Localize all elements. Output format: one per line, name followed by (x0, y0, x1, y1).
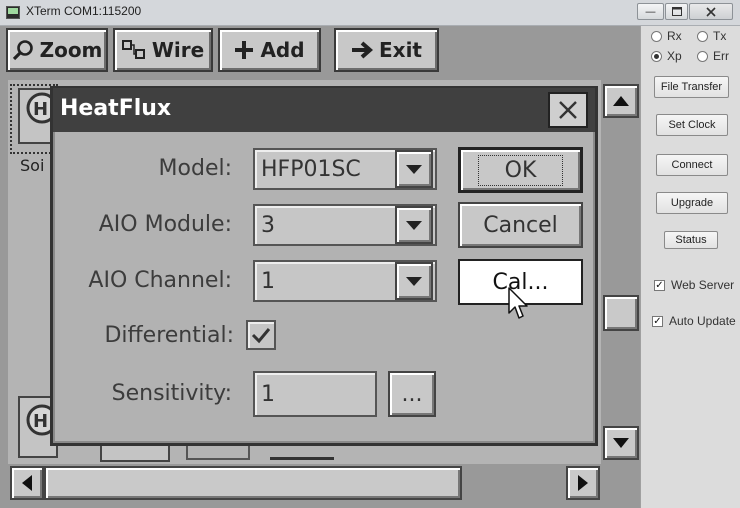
model-value: HFP01SC (261, 156, 361, 182)
close-icon (559, 101, 577, 119)
triangle-down-icon (406, 164, 422, 174)
exit-label: Exit (379, 38, 422, 62)
model-select[interactable]: HFP01SC (253, 148, 437, 190)
radio-xp[interactable] (651, 51, 662, 62)
aio-channel-value: 1 (261, 268, 275, 294)
sensitivity-label: Sensitivity: (111, 381, 232, 406)
triangle-down-icon (406, 220, 422, 230)
triangle-down-icon (406, 276, 422, 286)
differential-label: Differential: (104, 323, 234, 348)
svg-text:H: H (33, 99, 48, 120)
triangle-right-icon (578, 475, 588, 491)
aio-channel-dropdown-button[interactable] (395, 262, 433, 300)
set-clock-label: Set Clock (668, 119, 716, 131)
set-clock-button[interactable]: Set Clock (656, 114, 728, 136)
status-label: Status (675, 234, 707, 246)
sensitivity-browse-button[interactable]: ... (388, 371, 436, 417)
radio-selected-dot (654, 54, 659, 59)
triangle-down-icon (613, 438, 629, 448)
aio-channel-label: AIO Channel: (88, 268, 232, 293)
checkmark-icon: ✓ (653, 315, 662, 327)
scroll-left-button[interactable] (10, 466, 44, 500)
model-label: Model: (158, 156, 232, 181)
arrow-right-icon (352, 41, 373, 59)
canvas-node-5[interactable] (270, 446, 334, 460)
radio-err[interactable] (697, 51, 708, 62)
dialog-title: HeatFlux (60, 96, 172, 121)
scroll-right-button[interactable] (566, 466, 600, 500)
close-icon (706, 6, 716, 17)
cancel-button[interactable]: Cancel (458, 202, 583, 248)
radio-xp-label: Xp (667, 49, 682, 63)
ok-button[interactable]: OK (458, 147, 583, 193)
window-title: XTerm COM1:115200 (26, 4, 142, 18)
triangle-left-icon (22, 475, 32, 491)
add-button[interactable]: Add (218, 28, 321, 72)
horizontal-scroll-thumb[interactable] (44, 466, 462, 500)
auto-update-checkbox[interactable]: ✓ (652, 316, 663, 327)
web-server-label: Web Server (671, 278, 735, 292)
svg-text:H: H (33, 411, 48, 432)
sensitivity-value: 1 (261, 381, 275, 407)
radio-rx[interactable] (651, 31, 662, 42)
upgrade-label: Upgrade (670, 197, 714, 209)
magnifier-icon (12, 40, 33, 61)
aio-module-value: 3 (261, 212, 275, 238)
aio-module-label: AIO Module: (98, 212, 232, 237)
wire-button[interactable]: Wire (113, 28, 213, 72)
dialog-close-button[interactable] (548, 92, 588, 128)
exit-button[interactable]: Exit (334, 28, 439, 72)
close-window-button[interactable] (689, 3, 733, 20)
status-button[interactable]: Status (664, 231, 718, 249)
aio-module-select[interactable]: 3 (253, 204, 437, 246)
scroll-up-button[interactable] (603, 84, 639, 118)
zoom-button[interactable]: Zoom (6, 28, 108, 72)
canvas-node-label: Soi (20, 156, 45, 175)
radio-tx-label: Tx (713, 29, 727, 43)
checkmark-icon: ✓ (655, 279, 664, 291)
connect-label: Connect (671, 159, 713, 171)
upgrade-button[interactable]: Upgrade (656, 192, 728, 214)
plus-icon (235, 41, 254, 59)
ellipsis-label: ... (401, 381, 423, 407)
connect-button[interactable]: Connect (656, 154, 728, 176)
cancel-label: Cancel (483, 212, 558, 238)
radio-tx[interactable] (697, 31, 708, 42)
window-title-bar: XTerm COM1:115200 — (0, 0, 740, 26)
differential-checkbox[interactable] (246, 320, 276, 350)
ok-label: OK (477, 154, 564, 186)
file-transfer-button[interactable]: File Transfer (654, 76, 729, 98)
vertical-scroll-thumb[interactable] (603, 295, 639, 331)
checkmark-icon (251, 328, 271, 344)
file-transfer-label: File Transfer (660, 81, 723, 93)
mouse-cursor-icon (508, 287, 528, 319)
minimize-icon: — (645, 5, 656, 18)
app-icon (6, 6, 20, 19)
auto-update-label: Auto Update (669, 314, 736, 328)
wire-icon (121, 40, 145, 59)
aio-channel-select[interactable]: 1 (253, 260, 437, 302)
sensitivity-input[interactable]: 1 (253, 371, 377, 417)
minimize-button[interactable]: — (637, 3, 664, 20)
zoom-label: Zoom (39, 38, 103, 62)
scroll-down-button[interactable] (603, 426, 639, 460)
aio-module-dropdown-button[interactable] (395, 206, 433, 244)
web-server-checkbox[interactable]: ✓ (654, 280, 665, 291)
add-label: Add (260, 38, 305, 62)
control-panel (640, 26, 740, 508)
radio-rx-label: Rx (667, 29, 682, 43)
triangle-up-icon (613, 96, 629, 106)
radio-err-label: Err (713, 49, 729, 63)
dialog-title-bar: HeatFlux (53, 88, 595, 132)
vertical-scrollbar[interactable] (601, 80, 639, 464)
canvas-node-4[interactable] (186, 444, 250, 460)
wire-label: Wire (151, 38, 205, 62)
model-dropdown-button[interactable] (395, 150, 433, 188)
maximize-button[interactable] (665, 3, 688, 20)
maximize-icon (671, 7, 682, 16)
